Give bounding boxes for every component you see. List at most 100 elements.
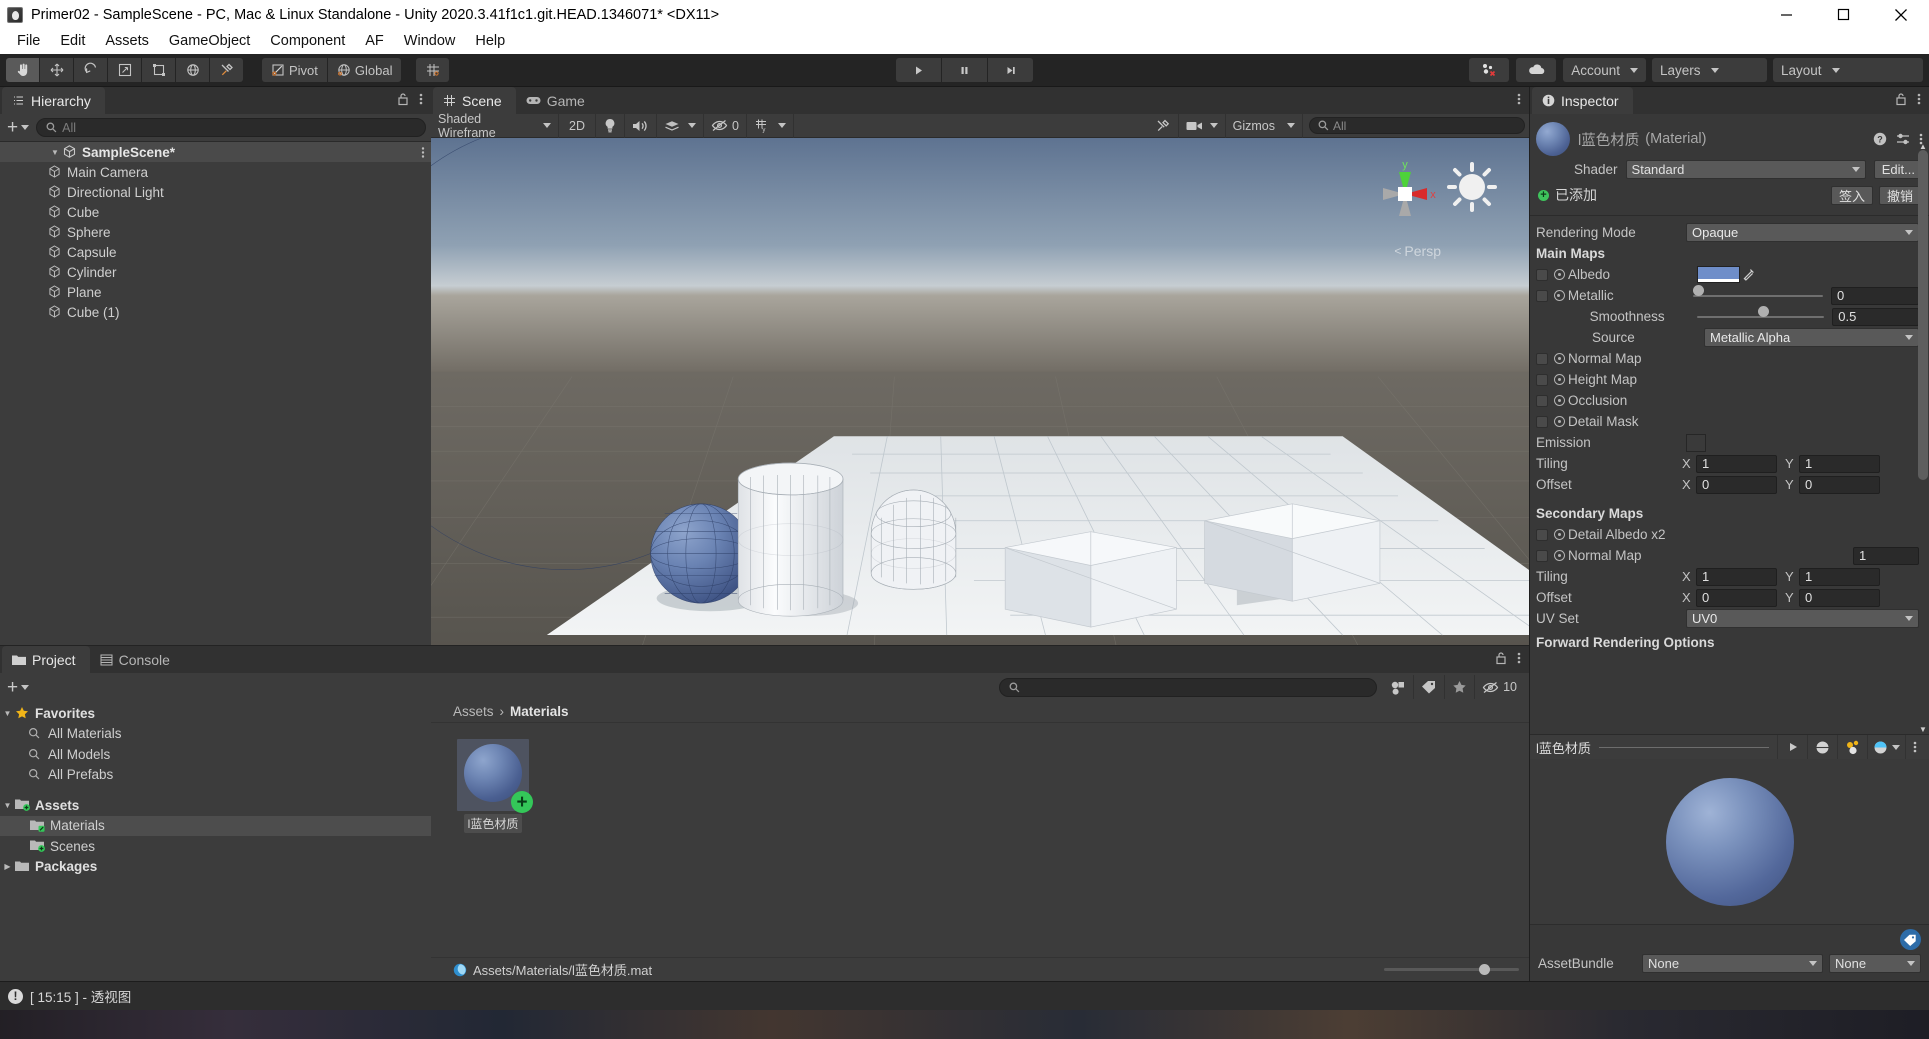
- zoom-slider-knob[interactable]: [1479, 964, 1490, 975]
- layers-dropdown[interactable]: Layers: [1652, 58, 1767, 82]
- gizmos-button[interactable]: Gizmos: [1226, 114, 1282, 138]
- scrollbar-thumb[interactable]: [1918, 150, 1928, 480]
- gizmos-dropdown[interactable]: [1282, 113, 1303, 138]
- project-favorites-row[interactable]: ▼ Favorites: [0, 703, 431, 724]
- detail-mask-radio-icon[interactable]: [1554, 416, 1565, 427]
- scene-menu-icon[interactable]: [1517, 92, 1521, 106]
- menu-edit[interactable]: Edit: [50, 29, 95, 54]
- project-menu-icon[interactable]: [1517, 651, 1521, 665]
- filter-type-icon[interactable]: [1383, 675, 1415, 699]
- tab-console[interactable]: Console: [90, 646, 184, 673]
- project-favorite-all-prefabs[interactable]: All Prefabs: [0, 765, 431, 786]
- hierarchy-item-cube[interactable]: Cube: [0, 202, 431, 222]
- rotate-tool-button[interactable]: [74, 58, 107, 82]
- height-map-texture-slot[interactable]: [1536, 373, 1548, 386]
- menu-af[interactable]: AF: [355, 29, 394, 54]
- menu-file[interactable]: File: [7, 29, 50, 54]
- sphere-preview-icon[interactable]: [1807, 734, 1837, 760]
- scroll-down-arrow[interactable]: ▼: [1918, 725, 1928, 734]
- project-packages-row[interactable]: ▶ Packages: [0, 857, 431, 878]
- tab-scene[interactable]: Scene: [433, 87, 516, 114]
- scene-menu-icon[interactable]: [421, 146, 425, 159]
- hierarchy-add-button[interactable]: +: [5, 118, 31, 137]
- smoothness-slider[interactable]: [1696, 306, 1825, 322]
- height-map-radio-icon[interactable]: [1554, 374, 1565, 385]
- albedo-color-swatch[interactable]: [1697, 266, 1740, 283]
- tab-game[interactable]: Game: [516, 87, 599, 114]
- project-folder-materials[interactable]: Materials: [0, 815, 431, 836]
- pause-button[interactable]: [941, 58, 987, 82]
- tab-hierarchy[interactable]: Hierarchy: [2, 87, 105, 114]
- collab-icon[interactable]: [1469, 58, 1510, 82]
- maximize-button[interactable]: [1815, 0, 1872, 29]
- eyedropper-icon[interactable]: [1740, 266, 1756, 283]
- hierarchy-item-sphere[interactable]: Sphere: [0, 222, 431, 242]
- scale-tool-button[interactable]: [108, 58, 141, 82]
- effects-dropdown[interactable]: [684, 113, 704, 138]
- hierarchy-item-capsule[interactable]: Capsule: [0, 242, 431, 262]
- minimize-button[interactable]: [1758, 0, 1815, 29]
- twod-toggle-button[interactable]: 2D: [559, 113, 596, 138]
- move-tool-button[interactable]: [40, 58, 73, 82]
- kebab-icon[interactable]: [1905, 734, 1923, 760]
- label-tag-icon[interactable]: [1900, 929, 1921, 950]
- occlusion-radio-icon[interactable]: [1554, 395, 1565, 406]
- favorite-star-icon[interactable]: [1445, 675, 1476, 699]
- albedo-radio-icon[interactable]: [1554, 269, 1565, 280]
- project-folder-scenes[interactable]: Scenes: [0, 836, 431, 857]
- rect-tool-button[interactable]: [142, 58, 175, 82]
- breadcrumb-root[interactable]: Assets: [453, 704, 494, 719]
- close-button[interactable]: [1872, 0, 1929, 29]
- secondary-offset-y-input[interactable]: 0: [1799, 588, 1880, 607]
- account-dropdown[interactable]: Account: [1563, 58, 1646, 82]
- perspective-label-group[interactable]: < Persp: [1394, 243, 1441, 259]
- hierarchy-item-plane[interactable]: Plane: [0, 282, 431, 302]
- grid-icon[interactable]: y: [747, 114, 774, 138]
- checkin-button[interactable]: 签入: [1830, 185, 1873, 205]
- menu-assets[interactable]: Assets: [95, 29, 159, 54]
- grid-snap-icon[interactable]: [416, 58, 450, 82]
- detail-mask-texture-slot[interactable]: [1536, 415, 1548, 428]
- grid-dropdown[interactable]: [774, 113, 794, 138]
- project-add-button[interactable]: +: [5, 678, 31, 697]
- secondary-normal-radio-icon[interactable]: [1554, 550, 1565, 561]
- assetbundle-variant-dropdown[interactable]: None: [1829, 954, 1921, 973]
- hierarchy-item-directional-light[interactable]: Directional Light: [0, 182, 431, 202]
- menu-gameobject[interactable]: GameObject: [159, 29, 260, 54]
- normal-map-texture-slot[interactable]: [1536, 352, 1548, 365]
- secondary-normal-texture-slot[interactable]: [1536, 549, 1548, 562]
- preset-icon[interactable]: [1896, 132, 1910, 146]
- chevron-down-icon[interactable]: ▼: [0, 801, 15, 810]
- scene-viewport[interactable]: y x < Persp: [431, 138, 1529, 645]
- menu-component[interactable]: Component: [260, 29, 355, 54]
- material-preview-area[interactable]: [1530, 759, 1929, 924]
- project-search-input[interactable]: [999, 677, 1378, 697]
- inspector-scrollbar[interactable]: ▲ ▼: [1918, 142, 1928, 734]
- offset-y-input[interactable]: 0: [1799, 475, 1880, 494]
- global-toggle-button[interactable]: Global: [327, 58, 402, 82]
- help-icon[interactable]: ?: [1873, 132, 1887, 146]
- inspector-menu-icon[interactable]: [1917, 92, 1921, 106]
- play-button[interactable]: [895, 58, 941, 82]
- tab-inspector[interactable]: Inspector: [1532, 87, 1633, 114]
- play-icon[interactable]: [1777, 734, 1807, 760]
- hierarchy-item-cube-1[interactable]: Cube (1): [0, 302, 431, 322]
- camera-icon[interactable]: [1179, 114, 1207, 138]
- hand-tool-button[interactable]: [6, 58, 39, 82]
- hierarchy-menu-icon[interactable]: [419, 92, 423, 106]
- scene-light-icon[interactable]: [1443, 158, 1501, 216]
- render-mode-icon[interactable]: [1867, 734, 1905, 760]
- lighting-icon[interactable]: [596, 113, 625, 138]
- custom-tool-button[interactable]: [210, 58, 243, 82]
- status-bar[interactable]: ! [ 15:15 ] - 透视图: [0, 981, 1929, 1010]
- metallic-slider[interactable]: [1693, 285, 1824, 301]
- secondary-normal-value-input[interactable]: 1: [1853, 546, 1919, 565]
- occlusion-texture-slot[interactable]: [1536, 394, 1548, 407]
- tiling-x-input[interactable]: 1: [1696, 454, 1777, 473]
- uv-set-dropdown[interactable]: UV0: [1686, 609, 1919, 628]
- thumbnail-zoom-slider[interactable]: [1384, 964, 1519, 975]
- normal-map-radio-icon[interactable]: [1554, 353, 1565, 364]
- detail-albedo-radio-icon[interactable]: [1554, 529, 1565, 540]
- breadcrumb-current[interactable]: Materials: [510, 704, 569, 719]
- secondary-offset-x-input[interactable]: 0: [1696, 588, 1777, 607]
